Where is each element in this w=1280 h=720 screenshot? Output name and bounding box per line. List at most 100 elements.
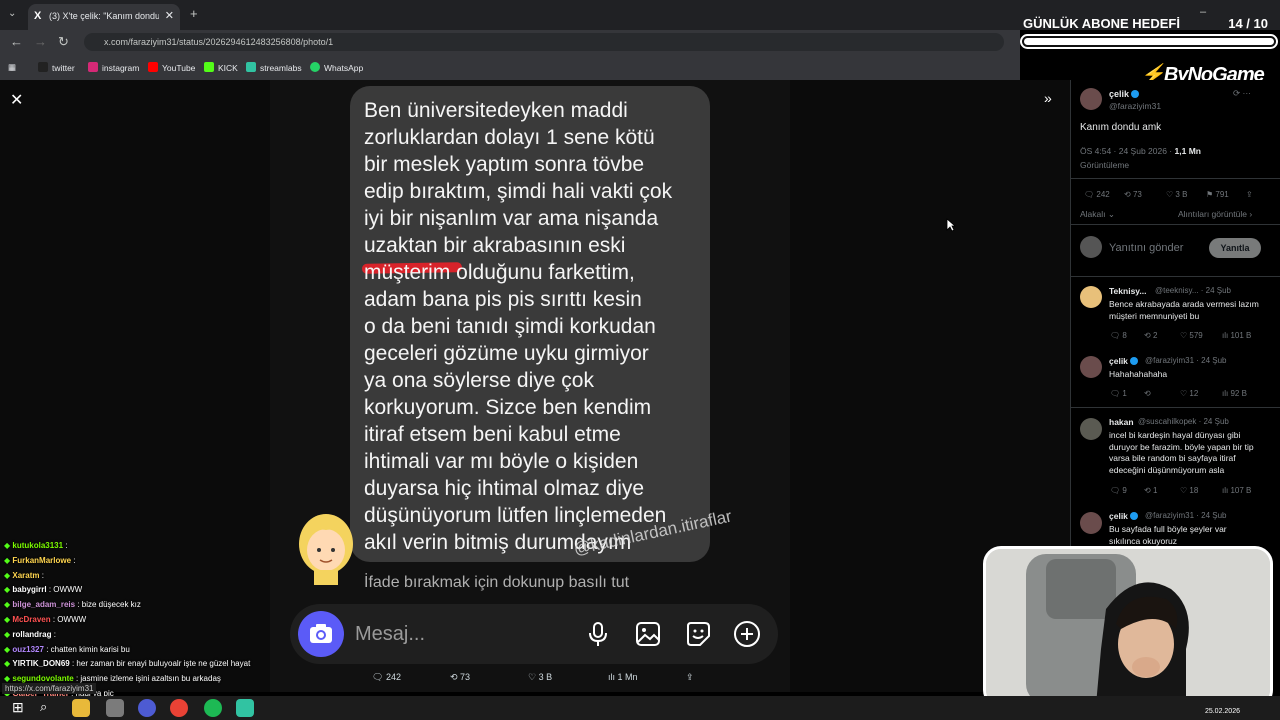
stat-value: 12 <box>1189 389 1199 398</box>
forward-icon[interactable]: → <box>34 34 47 49</box>
chat-message: ◆ bilge_adam_reis : bize düşecek kız <box>4 600 141 609</box>
sticker-icon[interactable] <box>684 620 712 648</box>
reply-like-stat[interactable]: ♡ 579 <box>1180 331 1203 340</box>
reply-icon: 🗨 <box>372 672 386 682</box>
camera-button[interactable] <box>298 611 344 657</box>
chat-message: ◆ YIRTIK_DON69 : her zaman bir enayi bul… <box>4 659 250 668</box>
reply-reply-stat[interactable]: 🗨 9 <box>1110 486 1127 495</box>
tab-title: (3) X'te çelik: "Kanım dondu amk" <box>49 11 159 21</box>
chat-text: : bize düşecek kız <box>77 600 141 610</box>
reply-avatar[interactable] <box>1080 356 1102 378</box>
spotify-icon[interactable] <box>204 699 222 717</box>
close-photo-icon[interactable]: ✕ <box>10 90 23 110</box>
app-icon[interactable] <box>106 699 124 717</box>
reply-author[interactable]: hakan <box>1109 417 1134 427</box>
bookmark-kick[interactable]: KICK <box>204 62 238 73</box>
author-avatar[interactable] <box>1080 88 1102 110</box>
chat-username[interactable]: Xaratm <box>12 571 39 580</box>
reply-repost-stat[interactable]: ⟲ 1 <box>1144 486 1157 495</box>
apps-grid-icon[interactable]: ▦ <box>8 62 16 73</box>
back-icon[interactable]: ← <box>10 34 23 49</box>
reply-reply-stat[interactable]: 🗨 8 <box>1110 331 1127 340</box>
tweet-time-text: ÖS 4:54 · 24 Şub 2026 · <box>1080 146 1173 156</box>
divider <box>1070 407 1280 408</box>
reply-views-stat[interactable]: ılı 92 B <box>1222 389 1247 398</box>
bookmark-streamlabs[interactable]: streamlabs <box>246 62 302 73</box>
chrome-icon[interactable] <box>170 699 188 717</box>
view-quotes-link[interactable]: Alıntıları görüntüle › <box>1178 209 1252 219</box>
reply-author[interactable]: çelik <box>1109 356 1138 366</box>
tweet-like-count: 3 B <box>1175 190 1188 199</box>
kick-icon <box>204 62 214 72</box>
reply-views-stat[interactable]: ılı 101 B <box>1222 331 1251 340</box>
views-action[interactable]: ılı 1 Mn <box>608 672 638 682</box>
reply-handle: @teeknisy... · 24 Şub <box>1155 286 1232 295</box>
browser-tab[interactable]: X (3) X'te çelik: "Kanım dondu amk" ✕ <box>28 4 180 30</box>
bookmark-twitter[interactable]: twitter <box>38 62 75 73</box>
reply-avatar[interactable] <box>1080 418 1102 440</box>
streamlabs-taskbar-icon[interactable] <box>236 699 254 717</box>
search-icon[interactable]: ⌕ <box>40 699 58 717</box>
bookmark-whatsapp[interactable]: WhatsApp <box>310 62 363 73</box>
chat-username[interactable]: kutukola3131 <box>12 541 63 550</box>
chat-username[interactable]: McDraven <box>12 615 50 624</box>
grok-icon[interactable]: ⟳ ··· <box>1233 88 1251 99</box>
reply-input[interactable]: Yanıtını gönder <box>1109 242 1183 254</box>
reply-avatar[interactable] <box>1080 512 1102 534</box>
reply-avatar[interactable] <box>1080 286 1102 308</box>
chat-text: : <box>65 541 68 550</box>
chat-username[interactable]: ouz1327 <box>12 645 44 654</box>
reply-author[interactable]: Teknisy... <box>1109 286 1146 296</box>
chat-username[interactable]: FurkanMarlowe <box>12 556 71 565</box>
reload-icon[interactable]: ↻ <box>58 34 69 50</box>
tweet-like-stat[interactable]: ♡ 3 B <box>1166 190 1187 199</box>
file-explorer-icon[interactable] <box>72 699 90 717</box>
discord-icon[interactable] <box>138 699 156 717</box>
bookmark-youtube[interactable]: YouTube <box>148 62 195 73</box>
chat-username[interactable]: rollandrag <box>12 630 51 639</box>
tab-search-icon[interactable]: ⌄ <box>8 8 16 19</box>
reply-repost-icon[interactable]: ⟲ <box>1144 389 1151 398</box>
chat-username[interactable]: babygirrl <box>12 585 46 594</box>
windows-start-icon[interactable]: ⊞ <box>12 699 30 717</box>
sort-dropdown[interactable]: Alakalı ⌄ <box>1080 209 1115 220</box>
tweet-share-icon[interactable]: ⇪ <box>1246 190 1253 199</box>
reply-views-stat[interactable]: ılı 107 B <box>1222 486 1251 495</box>
author-handle[interactable]: @faraziyim31 <box>1109 101 1161 111</box>
bookmark-instagram[interactable]: instagram <box>88 62 139 73</box>
url-field[interactable]: x.com/faraziyim31/status/202629461248325… <box>84 33 1004 51</box>
chat-text: : her zaman bir enayi buluyoalr işte ne … <box>71 659 251 669</box>
verified-icon <box>1129 357 1138 365</box>
stat-value: 92 B <box>1230 389 1247 398</box>
chat-text: : chatten kimin karisi bu <box>46 644 130 654</box>
stat-value: 1 <box>1122 389 1127 398</box>
reply-author[interactable]: çelik <box>1109 511 1138 521</box>
reply-repost-stat[interactable]: ⟲ 2 <box>1144 331 1157 340</box>
chat-username[interactable]: segundovolante <box>12 674 73 683</box>
chat-message: ◆ Xaratm : <box>4 571 44 580</box>
reply-action[interactable]: 🗨 242 <box>372 672 401 683</box>
microphone-icon[interactable] <box>584 620 612 648</box>
share-icon[interactable]: ⇪ <box>686 672 694 683</box>
expand-panel-icon[interactable]: » <box>1044 90 1052 106</box>
chat-username[interactable]: bilge_adam_reis <box>12 600 75 609</box>
like-action[interactable]: ♡ 3 B <box>528 672 552 683</box>
tweet-bookmark-stat[interactable]: ⚑ 791 <box>1206 190 1229 199</box>
gallery-icon[interactable] <box>634 620 662 648</box>
tweet-repost-stat[interactable]: ⟲ 73 <box>1124 190 1142 199</box>
tweet-reply-stat[interactable]: 🗨 242 <box>1084 190 1110 199</box>
reply-reply-stat[interactable]: 🗨 1 <box>1110 389 1127 398</box>
add-icon[interactable] <box>733 620 761 648</box>
reply-like-stat[interactable]: ♡ 12 <box>1180 389 1198 398</box>
message-input[interactable]: Mesaj... <box>355 623 425 646</box>
close-tab-icon[interactable]: ✕ <box>165 9 174 22</box>
reply-button[interactable]: Yanıtla <box>1209 238 1261 258</box>
new-tab-button[interactable]: + <box>190 6 198 21</box>
reply-like-stat[interactable]: ♡ 18 <box>1180 486 1198 495</box>
tweet-repost-count: 73 <box>1132 190 1142 199</box>
chat-username[interactable]: YIRTIK_DON69 <box>12 659 69 668</box>
reply-count: 242 <box>385 672 401 682</box>
repost-action[interactable]: ⟲ 73 <box>450 672 470 683</box>
reply-author-text: çelik <box>1109 356 1128 366</box>
author-name[interactable]: çelik <box>1109 89 1140 99</box>
